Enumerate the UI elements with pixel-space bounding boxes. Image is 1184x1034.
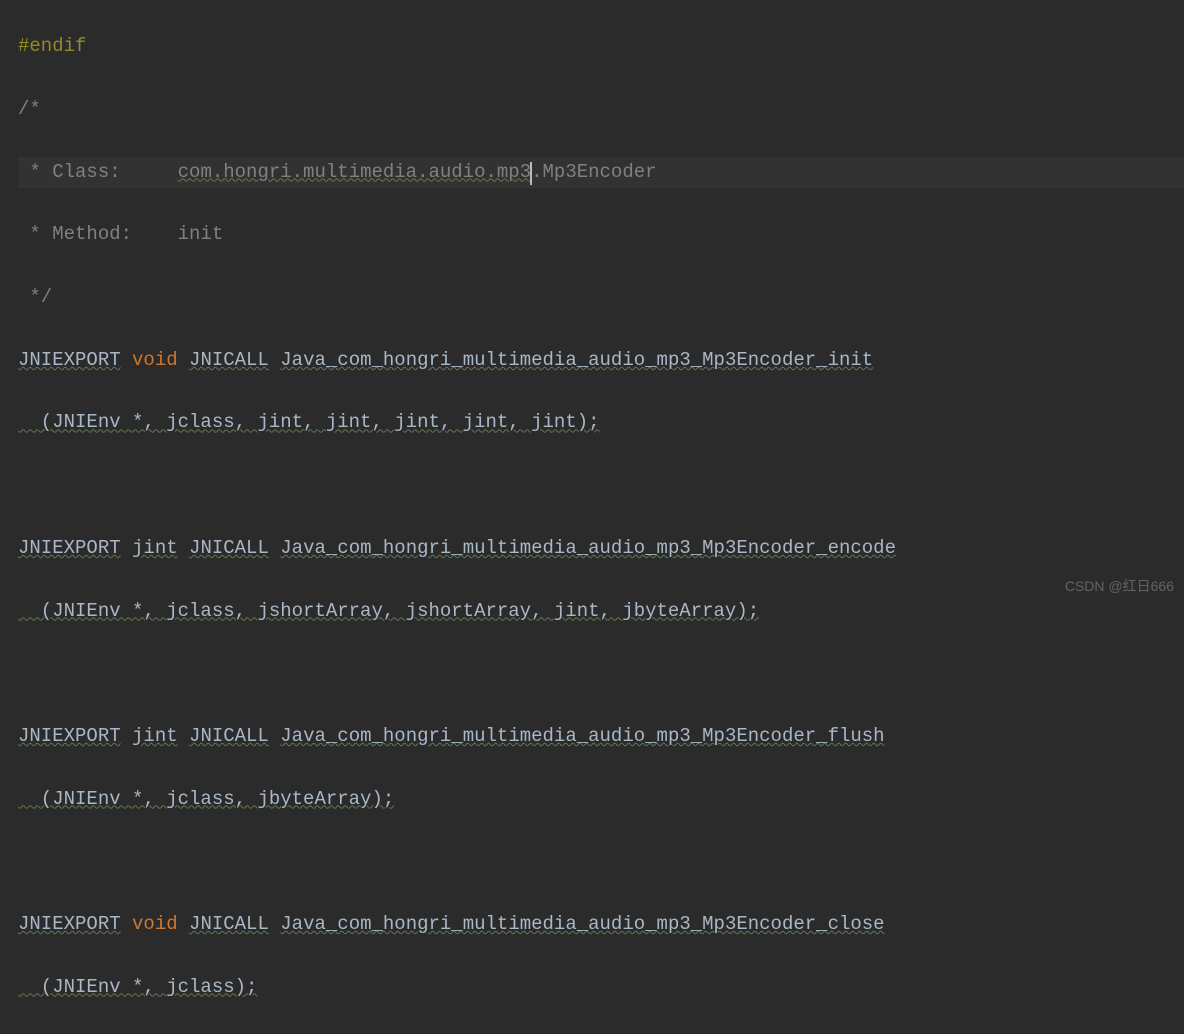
code-line: (JNIEnv *, jclass, jbyteArray); xyxy=(18,784,1184,815)
comment-method: * Method: init xyxy=(18,223,223,245)
comment-open: /* xyxy=(18,98,41,120)
keyword-void: void xyxy=(132,349,178,371)
code-line-blank xyxy=(18,846,1184,877)
code-line: JNIEXPORT jint JNICALL Java_com_hongri_m… xyxy=(18,533,1184,564)
code-line: JNIEXPORT jint JNICALL Java_com_hongri_m… xyxy=(18,721,1184,752)
jniexport-macro: JNIEXPORT xyxy=(18,725,121,747)
jniexport-macro: JNIEXPORT xyxy=(18,913,121,935)
jnicall-macro: JNICALL xyxy=(189,537,269,559)
text-cursor xyxy=(530,162,532,185)
code-line-blank xyxy=(18,658,1184,689)
comment-class-a: com.hongri.multimedia.audio.mp3 xyxy=(178,161,531,183)
code-line: /* xyxy=(18,94,1184,125)
code-line: JNIEXPORT void JNICALL Java_com_hongri_m… xyxy=(18,345,1184,376)
params-flush: (JNIEnv *, jclass, jbyteArray); xyxy=(18,788,394,810)
watermark: CSDN @红日666 xyxy=(1065,575,1174,598)
func-encode: Java_com_hongri_multimedia_audio_mp3_Mp3… xyxy=(280,537,896,559)
jint-type: jint xyxy=(132,537,178,559)
jnicall-macro: JNICALL xyxy=(189,913,269,935)
code-line: * Method: init xyxy=(18,219,1184,250)
params-close: (JNIEnv *, jclass); xyxy=(18,976,257,998)
func-init: Java_com_hongri_multimedia_audio_mp3_Mp3… xyxy=(280,349,873,371)
params-init: (JNIEnv *, jclass, jint, jint, jint, jin… xyxy=(18,411,600,433)
comment-close: */ xyxy=(18,286,52,308)
code-line: (JNIEnv *, jclass, jshortArray, jshortAr… xyxy=(18,596,1184,627)
params-encode: (JNIEnv *, jclass, jshortArray, jshortAr… xyxy=(18,600,759,622)
code-line-current: * Class: com.hongri.multimedia.audio.mp3… xyxy=(18,157,1184,188)
preproc-endif: #endif xyxy=(18,35,86,57)
jnicall-macro: JNICALL xyxy=(189,349,269,371)
code-line: (JNIEnv *, jclass); xyxy=(18,972,1184,1003)
func-close: Java_com_hongri_multimedia_audio_mp3_Mp3… xyxy=(280,913,884,935)
code-line: (JNIEnv *, jclass, jint, jint, jint, jin… xyxy=(18,407,1184,438)
jniexport-macro: JNIEXPORT xyxy=(18,349,121,371)
code-editor[interactable]: #endif /* * Class: com.hongri.multimedia… xyxy=(0,0,1184,1034)
code-line: #endif xyxy=(18,31,1184,62)
jnicall-macro: JNICALL xyxy=(189,725,269,747)
keyword-void: void xyxy=(132,913,178,935)
comment-class-label: * Class: xyxy=(18,161,178,183)
code-line: JNIEXPORT void JNICALL Java_com_hongri_m… xyxy=(18,909,1184,940)
code-line-blank xyxy=(18,470,1184,501)
comment-class-b: .Mp3Encoder xyxy=(531,161,656,183)
jint-type: jint xyxy=(132,725,178,747)
code-line: */ xyxy=(18,282,1184,313)
jniexport-macro: JNIEXPORT xyxy=(18,537,121,559)
func-flush: Java_com_hongri_multimedia_audio_mp3_Mp3… xyxy=(280,725,884,747)
